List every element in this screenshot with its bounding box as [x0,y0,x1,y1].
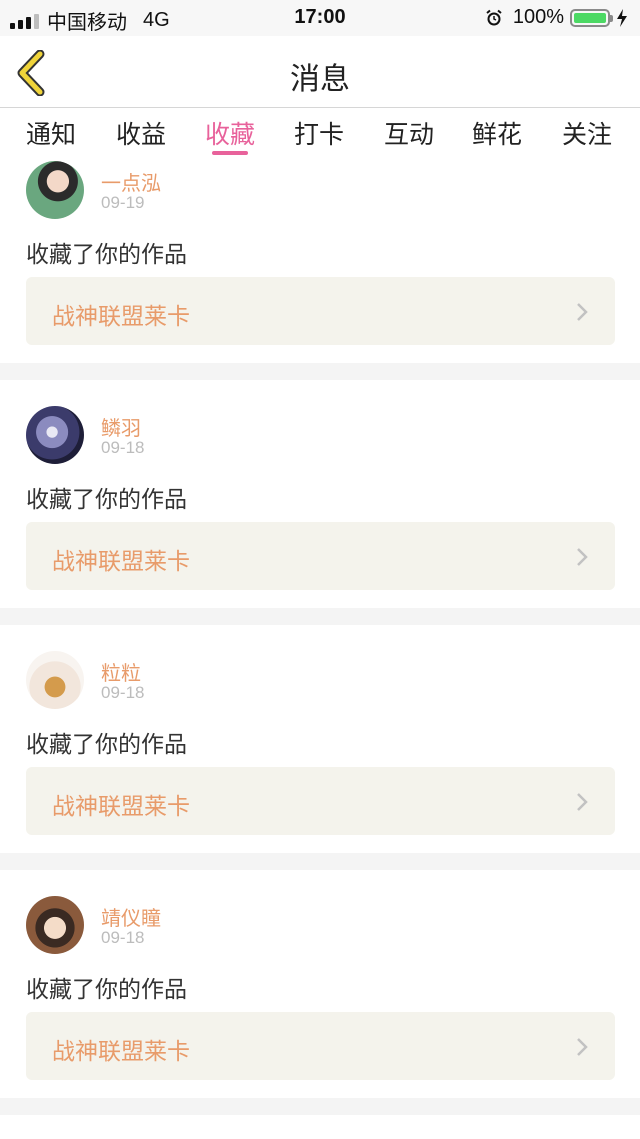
tab-bar: 通知 收益 收藏 打卡 互动 鲜花 关注 [0,109,640,157]
tab-flowers[interactable]: 鲜花 [467,115,527,151]
alarm-icon [486,9,502,25]
list-item: 靖仪瞳 09-18 收藏了你的作品 战神联盟莱卡 [0,870,640,1098]
work-link[interactable]: 战神联盟莱卡 [26,277,615,345]
status-bar: 中国移动 4G 17:00 100% [0,0,640,36]
work-title: 战神联盟莱卡 [52,304,190,330]
work-title: 战神联盟莱卡 [52,1039,190,1065]
tab-favorites[interactable]: 收藏 [200,115,260,151]
avatar[interactable] [26,651,84,709]
work-link[interactable]: 战神联盟莱卡 [26,1012,615,1080]
chevron-right-icon [577,548,588,566]
list-item: 鳞羽 09-18 收藏了你的作品 战神联盟莱卡 [0,380,640,608]
tab-interactions[interactable]: 互动 [379,115,439,151]
avatar[interactable] [26,161,84,219]
timestamp: 09-18 [101,438,145,457]
username[interactable]: 鳞羽 [101,412,141,441]
username[interactable]: 靖仪瞳 [101,902,161,931]
action-text: 收藏了你的作品 [26,242,187,268]
list-item: 一点泓 09-19 收藏了你的作品 战神联盟莱卡 [0,157,640,363]
battery-percent: 100% [512,6,564,28]
timestamp: 09-19 [101,193,145,212]
message-list[interactable]: 一点泓 09-19 收藏了你的作品 战神联盟莱卡 鳞羽 09-18 收藏了你的作… [0,157,640,1139]
username[interactable]: 粒粒 [101,657,141,686]
tab-notifications[interactable]: 通知 [21,115,81,151]
active-tab-indicator [212,151,248,155]
action-text: 收藏了你的作品 [26,732,187,758]
chevron-right-icon [577,793,588,811]
work-link[interactable]: 战神联盟莱卡 [26,767,615,835]
avatar[interactable] [26,896,84,954]
work-link[interactable]: 战神联盟莱卡 [26,522,615,590]
work-title: 战神联盟莱卡 [52,794,190,820]
timestamp: 09-18 [101,683,145,702]
tab-following[interactable]: 关注 [557,115,617,151]
action-text: 收藏了你的作品 [26,487,187,513]
username[interactable]: 一点泓 [101,167,161,196]
charging-bolt-icon [617,8,627,27]
nav-bar: 消息 [0,36,640,108]
battery-icon [570,8,613,27]
timestamp: 09-18 [101,928,145,947]
tab-checkin[interactable]: 打卡 [289,115,349,151]
list-item: 粒粒 09-18 收藏了你的作品 战神联盟莱卡 [0,625,640,853]
list-item [0,1115,640,1139]
chevron-right-icon [577,1038,588,1056]
tab-earnings[interactable]: 收益 [111,115,171,151]
page-title: 消息 [290,62,350,97]
chevron-right-icon [577,303,588,321]
avatar[interactable] [26,406,84,464]
action-text: 收藏了你的作品 [26,977,187,1003]
work-title: 战神联盟莱卡 [52,549,190,575]
